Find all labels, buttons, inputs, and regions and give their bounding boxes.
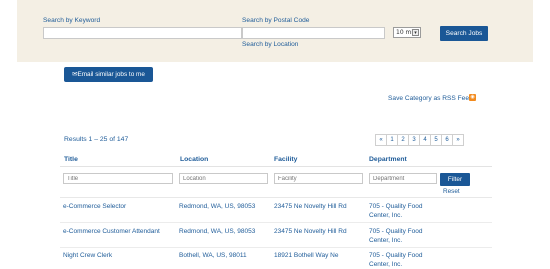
header-divider	[60, 166, 492, 167]
location-filter-input[interactable]	[179, 173, 268, 184]
table-row: e-Commerce Selector Redmond, WA, US, 980…	[60, 198, 492, 223]
job-title-link[interactable]: e-Commerce Customer Attendant	[63, 228, 160, 237]
job-title-link[interactable]: e-Commerce Selector	[63, 203, 126, 212]
table-row: e-Commerce Customer Attendant Redmond, W…	[60, 223, 492, 248]
reset-link[interactable]: Reset	[443, 188, 460, 195]
job-facility: 23475 Ne Novelty Hill Rd	[274, 203, 347, 210]
search-by-location-link[interactable]: Search by Location	[242, 41, 298, 48]
postal-code-input[interactable]	[242, 27, 385, 39]
title-filter-input[interactable]	[63, 173, 173, 184]
radius-select[interactable]: 10 mi ▾	[393, 27, 421, 38]
email-similar-jobs-button[interactable]: ✉Email similar jobs to me	[64, 67, 153, 82]
department-line-2: Center, Inc.	[369, 260, 403, 268]
rss-feed-link[interactable]: Save Category as RSS Feed	[388, 95, 473, 102]
department-line-2: Center, Inc.	[369, 211, 403, 219]
job-department: 705 - Quality Food Center, Inc.	[369, 228, 439, 245]
pagination: « 1 2 3 4 5 6 »	[375, 134, 464, 146]
search-jobs-button[interactable]: Search Jobs	[440, 26, 488, 41]
column-header-location[interactable]: Location	[180, 156, 208, 163]
job-location: Redmond, WA, US, 98053	[179, 203, 256, 210]
department-line-1: 705 - Quality Food	[369, 203, 423, 210]
pager-next[interactable]: »	[452, 134, 464, 146]
filter-button[interactable]: Filter	[440, 173, 470, 186]
results-count: Results 1 – 25 of 147	[64, 136, 129, 143]
column-header-title[interactable]: Title	[64, 156, 78, 163]
job-location: Redmond, WA, US, 98053	[179, 228, 256, 235]
department-line-1: 705 - Quality Food	[369, 252, 423, 259]
department-filter-input[interactable]	[369, 173, 437, 184]
email-button-label: Email similar jobs to me	[77, 71, 145, 78]
job-department: 705 - Quality Food Center, Inc.	[369, 252, 439, 269]
chevron-down-icon: ▾	[412, 29, 419, 36]
rss-icon[interactable]: ◉	[469, 94, 476, 101]
keyword-input[interactable]	[43, 27, 242, 39]
job-facility: 23475 Ne Novelty Hill Rd	[274, 228, 347, 235]
postal-code-label: Search by Postal Code	[242, 17, 310, 24]
department-line-2: Center, Inc.	[369, 236, 403, 244]
job-title-link[interactable]: Night Crew Clerk	[63, 252, 112, 261]
column-header-facility[interactable]: Facility	[274, 156, 297, 163]
facility-filter-input[interactable]	[274, 173, 363, 184]
search-panel: Search by Keyword Search by Postal Code …	[17, 0, 533, 62]
table-row: Night Crew Clerk Bothell, WA, US, 98011 …	[60, 247, 492, 269]
job-facility: 18921 Bothell Way Ne	[274, 252, 339, 259]
radius-value: 10 mi	[396, 29, 414, 36]
column-header-department[interactable]: Department	[369, 156, 407, 163]
job-location: Bothell, WA, US, 98011	[179, 252, 247, 259]
keyword-label: Search by Keyword	[43, 17, 101, 24]
job-department: 705 - Quality Food Center, Inc.	[369, 203, 439, 220]
department-line-1: 705 - Quality Food	[369, 228, 423, 235]
